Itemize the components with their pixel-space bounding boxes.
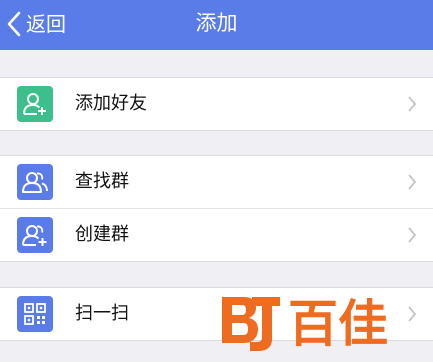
- group-actions: 查找群 创建群: [0, 155, 433, 262]
- list-item-label: 创建群: [75, 224, 129, 245]
- list-item-create-group[interactable]: 创建群: [0, 208, 433, 261]
- add-friend-group: 添加好友: [0, 77, 433, 131]
- list-item-add-friend[interactable]: 添加好友: [0, 78, 433, 130]
- chevron-right-icon: [408, 96, 417, 112]
- add-friend-icon: [17, 86, 53, 122]
- chevron-right-icon: [408, 174, 417, 190]
- list-item-find-group[interactable]: 查找群: [0, 156, 433, 208]
- qr-scan-icon: [17, 296, 53, 332]
- list-item-label: 添加好友: [75, 93, 147, 114]
- page-title: 添加: [195, 11, 238, 35]
- list-item-label: 扫一扫: [75, 303, 129, 324]
- bj-logo-watermark: 百佳: [222, 295, 388, 353]
- chevron-right-icon: [408, 227, 417, 243]
- list-item-label: 查找群: [75, 171, 129, 192]
- create-group-icon: [17, 217, 53, 253]
- watermark-text: 百佳: [288, 295, 388, 353]
- find-group-icon: [17, 164, 53, 200]
- nav-bar: 返回 添加: [0, 0, 433, 50]
